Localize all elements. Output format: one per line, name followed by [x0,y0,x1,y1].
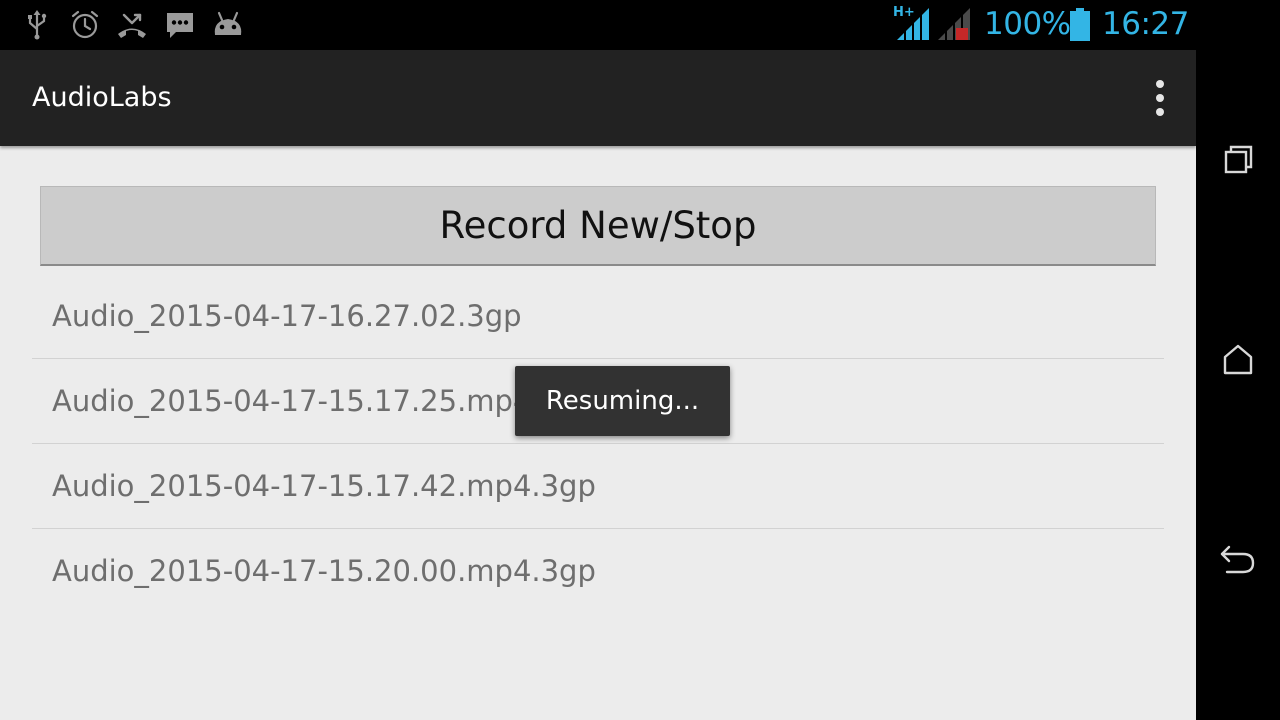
navigation-bar [1196,0,1280,720]
clock: 16:27 [1102,6,1189,42]
overflow-menu-icon[interactable] [1140,78,1180,118]
recording-list: Audio_2015-04-17-16.27.02.3gp Audio_2015… [32,274,1164,613]
home-icon[interactable] [1213,335,1263,385]
android-icon [211,9,245,45]
signal-no-sim-icon [936,6,972,46]
recording-list-item[interactable]: Audio_2015-04-17-15.17.42.mp4.3gp [32,444,1164,529]
back-icon[interactable] [1213,535,1263,585]
recording-list-item[interactable]: Audio_2015-04-17-15.20.00.mp4.3gp [32,529,1164,613]
battery-icon [1069,8,1091,46]
recent-apps-icon[interactable] [1213,135,1263,185]
action-bar: AudioLabs [0,50,1196,146]
usb-icon [26,9,48,45]
network-type-label: H+ [893,5,915,20]
overflow-dot [1156,108,1164,116]
message-icon [164,9,196,45]
alarm-icon [70,9,100,45]
recording-list-item[interactable]: Audio_2015-04-17-16.27.02.3gp [32,274,1164,359]
overflow-dot [1156,80,1164,88]
status-bar: H+ 100% 16:27 [0,0,1196,50]
battery-percent: 100% [984,6,1071,42]
missed-call-icon [116,9,148,45]
app-title: AudioLabs [32,82,172,113]
record-new-stop-button[interactable]: Record New/Stop [40,186,1156,266]
toast-message: Resuming... [515,366,730,436]
overflow-dot [1156,94,1164,102]
